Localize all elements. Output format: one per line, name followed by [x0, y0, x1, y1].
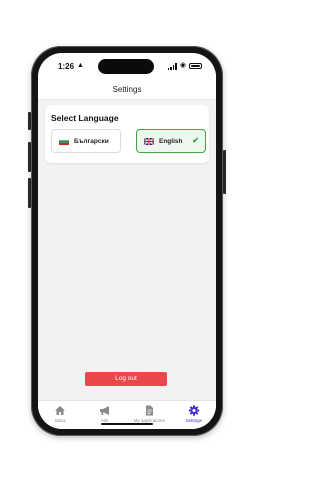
tab-settings[interactable]: Settings — [172, 401, 217, 429]
bell-icon: ▲ — [77, 62, 84, 69]
bulgaria-flag-icon — [59, 137, 69, 145]
gear-icon — [188, 405, 199, 416]
tab-label: Settings — [185, 418, 202, 423]
status-time: 1:26 — [58, 62, 75, 71]
dynamic-island — [98, 59, 154, 74]
tab-inbox[interactable]: Inbox — [38, 401, 83, 429]
wifi-icon: ◉ — [179, 62, 186, 69]
status-bar: 1:26 ▲ ◉ — [38, 53, 216, 79]
app-screen: 1:26 ▲ ◉ Settings Select Language Българ… — [38, 53, 216, 429]
language-option-label: English — [159, 137, 183, 145]
nav-header: Settings — [38, 79, 216, 100]
uk-flag-icon — [144, 137, 154, 145]
language-option-bulgarian[interactable]: Български — [51, 129, 121, 153]
checkmark-icon: ✔ — [192, 136, 199, 145]
status-indicators: ◉ — [167, 62, 202, 70]
language-card: Select Language Български English ✔ — [45, 105, 209, 163]
signal-icon — [167, 62, 177, 70]
language-option-english[interactable]: English ✔ — [136, 129, 206, 153]
language-option-label: Български — [74, 137, 109, 145]
battery-icon — [189, 63, 202, 69]
power-button — [223, 150, 226, 194]
language-section-title: Select Language — [51, 113, 119, 123]
tab-label: Inbox — [54, 418, 66, 423]
logout-button[interactable]: Log out — [85, 372, 167, 386]
document-icon — [146, 405, 154, 416]
home-icon — [55, 406, 66, 415]
megaphone-icon — [99, 406, 109, 415]
home-indicator — [101, 423, 153, 425]
page-title: Settings — [112, 85, 142, 94]
